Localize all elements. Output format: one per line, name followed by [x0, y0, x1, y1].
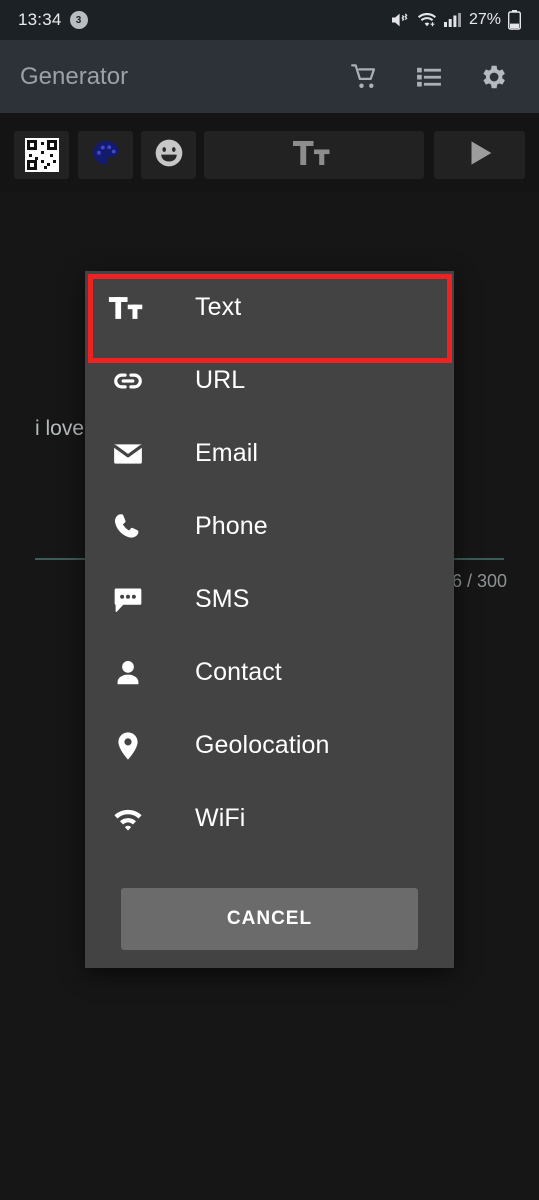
text-format-icon [108, 293, 154, 323]
menu-item-label: WiFi [195, 804, 246, 832]
status-time: 13:34 [18, 10, 62, 29]
cart-button[interactable] [333, 40, 397, 113]
emoji-icon [153, 137, 185, 174]
app-bar: Generator [0, 40, 539, 113]
menu-item-label: SMS [195, 585, 250, 613]
menu-item-label: Phone [195, 512, 268, 540]
signal-icon [443, 12, 461, 28]
content-type-dialog: Text URL Email Phone SMS Contact Geoloca… [85, 271, 454, 968]
menu-item-label: Text [195, 293, 242, 321]
menu-item-label: URL [195, 366, 246, 394]
menu-item-wifi[interactable]: WiFi [85, 782, 454, 855]
wifi-icon [108, 803, 154, 835]
phone-icon [108, 511, 154, 543]
envelope-icon [108, 438, 154, 470]
menu-item-email[interactable]: Email [85, 417, 454, 490]
character-counter: 6 / 300 [451, 571, 507, 591]
qr-preview-button[interactable] [14, 131, 69, 179]
text-format-icon [292, 137, 336, 174]
status-bar-right: 27% [390, 10, 521, 30]
menu-item-text[interactable]: Text [85, 271, 454, 344]
map-pin-icon [108, 730, 154, 762]
cancel-button[interactable]: CANCEL [121, 888, 418, 950]
generate-button[interactable] [434, 131, 525, 179]
mute-icon [390, 11, 410, 29]
cart-icon [351, 63, 379, 91]
qr-code-icon [24, 138, 59, 172]
menu-item-geolocation[interactable]: Geolocation [85, 709, 454, 782]
battery-icon [508, 10, 521, 30]
phone-screen: 13:34 3 27% Generator i love 6 / 300 Tex… [0, 0, 539, 1200]
menu-item-label: Email [195, 439, 259, 467]
text-format-button[interactable] [204, 131, 424, 179]
menu-item-url[interactable]: URL [85, 344, 454, 417]
menu-item-contact[interactable]: Contact [85, 636, 454, 709]
status-bar: 13:34 3 27% [0, 0, 539, 40]
notification-count-badge: 3 [69, 11, 88, 29]
play-icon [463, 136, 497, 175]
menu-item-label: Contact [195, 658, 282, 686]
menu-item-sms[interactable]: SMS [85, 563, 454, 636]
status-bar-left: 13:34 3 [18, 10, 88, 30]
emoji-button[interactable] [141, 131, 196, 179]
list-button[interactable] [397, 40, 461, 113]
page-title: Generator [20, 62, 129, 90]
list-icon [416, 64, 442, 90]
menu-item-label: Geolocation [195, 731, 330, 759]
color-button[interactable] [78, 131, 133, 179]
wifi-icon [417, 12, 437, 28]
settings-button[interactable] [461, 40, 525, 113]
link-icon [108, 365, 154, 397]
chat-bubble-icon [108, 584, 154, 616]
person-icon [108, 657, 154, 689]
gear-icon [478, 62, 508, 92]
battery-percent-label: 27% [468, 11, 501, 28]
palette-icon [90, 137, 122, 174]
menu-item-phone[interactable]: Phone [85, 490, 454, 563]
